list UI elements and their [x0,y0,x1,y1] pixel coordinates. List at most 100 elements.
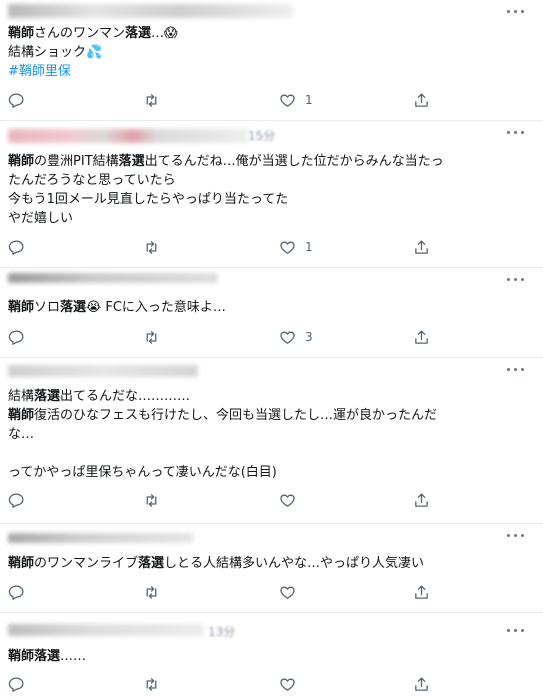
more-options-icon[interactable] [507,528,527,542]
tweet-text-line: ってかやっぱ里保ちゃんって凄いんだな(白目) [8,463,531,482]
share-button[interactable] [413,89,430,111]
reply-button[interactable] [8,673,25,695]
tweet-text-line: 鞘師さんのワンマン落選…😱 [8,24,531,43]
like-button[interactable] [279,673,305,695]
retweet-icon [146,493,157,507]
tweet-time: 15分 [248,129,276,143]
share-icon [415,239,428,254]
text-segment: のワンマンライブ [34,556,139,571]
tweet-text-line: 鞘師の豊洲PIT結構落選出てるんだね…俺が当選した位だからみんな当たっ [8,152,531,171]
more-options-icon[interactable] [507,272,527,286]
more-options-icon[interactable] [507,362,527,376]
retweet-button[interactable] [143,489,160,511]
like-button[interactable]: 1 [279,236,313,258]
tweet-0[interactable]: 鞘師さんのワンマン落選…😱 結構ショック💦 #鞘師里保 1 [0,0,543,121]
redacted-user-name [8,365,198,377]
highlighted-keyword: 鞘師 [8,26,35,41]
tweet-5[interactable]: 13分 鞘師落選…… [0,613,543,700]
retweet-button[interactable] [143,326,160,348]
text-segment: しとる人結構多いんやな…やっぱり人気凄い [164,556,425,571]
share-button[interactable] [413,489,430,511]
share-icon [415,492,428,507]
highlighted-keyword: 落選 [34,389,61,404]
reply-icon [8,239,24,255]
text-segment: の豊洲PIT結構 [34,154,119,169]
tweet-2[interactable]: 鞘師ソロ落選😭 FCに入った意味よ… 3 [0,268,543,358]
retweet-icon [146,585,157,599]
highlighted-keyword: 鞘師 [8,408,35,423]
highlighted-keyword: 落選 [34,649,61,664]
reply-icon [8,676,24,692]
reply-button[interactable] [8,581,25,603]
text-segment: 今もう1回メール見直したらやっぱり当たってた [8,192,289,207]
share-button[interactable] [413,326,430,348]
tweet-text: 鞘師落選…… [8,647,531,666]
more-options-icon[interactable] [507,125,527,139]
tweet-text-line: 結構ショック💦 [8,43,531,62]
text-segment: 出てるんだな………… [60,389,191,404]
reply-button[interactable] [8,89,25,111]
retweet-button[interactable] [143,673,160,695]
retweet-button[interactable] [143,581,160,603]
tweet-1[interactable]: 15分 鞘師の豊洲PIT結構落選出てるんだね…俺が当選した位だからみんな当たった… [0,121,543,268]
tweet-text-line: やだ嬉しい [8,209,531,228]
heart-icon [280,494,295,507]
tweet-actions: 3 [0,326,543,348]
like-button[interactable] [279,489,305,511]
tweet-text-line [8,444,531,463]
tweet-timeline: 鞘師さんのワンマン落選…😱 結構ショック💦 #鞘師里保 1 15分 鞘師の豊洲PIT… [0,0,543,700]
retweet-button[interactable] [143,236,160,258]
share-button[interactable] [413,236,430,258]
text-segment: さんのワンマン [34,26,126,41]
tweet-4[interactable]: 鞘師のワンマンライブ落選しとる人結構多いんやな…やっぱり人気凄い [0,524,543,613]
highlighted-keyword: 鞘師 [8,300,35,315]
text-segment: 😭 FCに入った意味よ… [86,300,226,315]
retweet-button[interactable] [143,89,160,111]
tweet-header: 15分 [8,121,503,143]
like-button[interactable]: 3 [279,326,313,348]
text-segment: ソロ [34,300,61,315]
share-icon [415,329,428,344]
tweet-actions [0,581,543,603]
retweet-icon [146,240,157,254]
tweet-text-line: 鞘師ソロ落選😭 FCに入った意味よ… [8,298,531,317]
reply-button[interactable] [8,489,25,511]
text-segment: …… [60,649,87,664]
redacted-user-name [8,4,293,18]
more-options-icon[interactable] [507,4,527,18]
highlighted-keyword: 鞘師 [8,154,35,169]
share-button[interactable] [413,673,430,695]
reply-icon [8,584,24,600]
like-count: 1 [305,93,313,107]
highlighted-keyword: 鞘師 [8,556,35,571]
tweet-text-line: #鞘師里保 [8,62,531,81]
heart-icon [280,678,295,691]
reply-button[interactable] [8,236,25,258]
more-options-icon[interactable] [507,623,527,637]
tweet-text-line: 鞘師のワンマンライブ落選しとる人結構多いんやな…やっぱり人気凄い [8,554,531,573]
tweet-text-line: 鞘師落選…… [8,647,531,666]
tweet-text-line: 今もう1回メール見直したらやっぱり当たってた [8,190,531,209]
tweet-header [8,358,503,380]
retweet-icon [146,677,157,691]
share-icon [415,676,428,691]
text-segment: 復活のひなフェスも行けたし、今回も当選したし…運が良かったんだ [34,408,438,423]
tweet-time: 13分 [208,625,236,639]
reply-button[interactable] [8,326,25,348]
hashtag-link[interactable]: #鞘師里保 [8,64,71,79]
tweet-text: 鞘師の豊洲PIT結構落選出てるんだね…俺が当選した位だからみんな当たっ たんだろう… [8,152,531,228]
tweet-text: 鞘師のワンマンライブ落選しとる人結構多いんやな…やっぱり人気凄い [8,554,531,573]
tweet-text-line: 鞘師復活のひなフェスも行けたし、今回も当選したし…運が良かったんだ [8,406,531,425]
tweet-3[interactable]: 結構落選出てるんだな………… 鞘師復活のひなフェスも行けたし、今回も当選したし…運… [0,358,543,524]
like-button[interactable] [279,581,305,603]
tweet-text-line: 結構落選出てるんだな………… [8,387,531,406]
tweet-actions [0,489,543,511]
tweet-header [8,0,503,22]
redacted-user-name [8,273,218,283]
tweet-text-line: たんだろうなと思っていたら [8,171,531,190]
retweet-icon [146,93,157,107]
like-button[interactable]: 1 [279,89,313,111]
share-button[interactable] [413,581,430,603]
tweet-actions: 1 [0,236,543,258]
reply-icon [8,329,24,345]
